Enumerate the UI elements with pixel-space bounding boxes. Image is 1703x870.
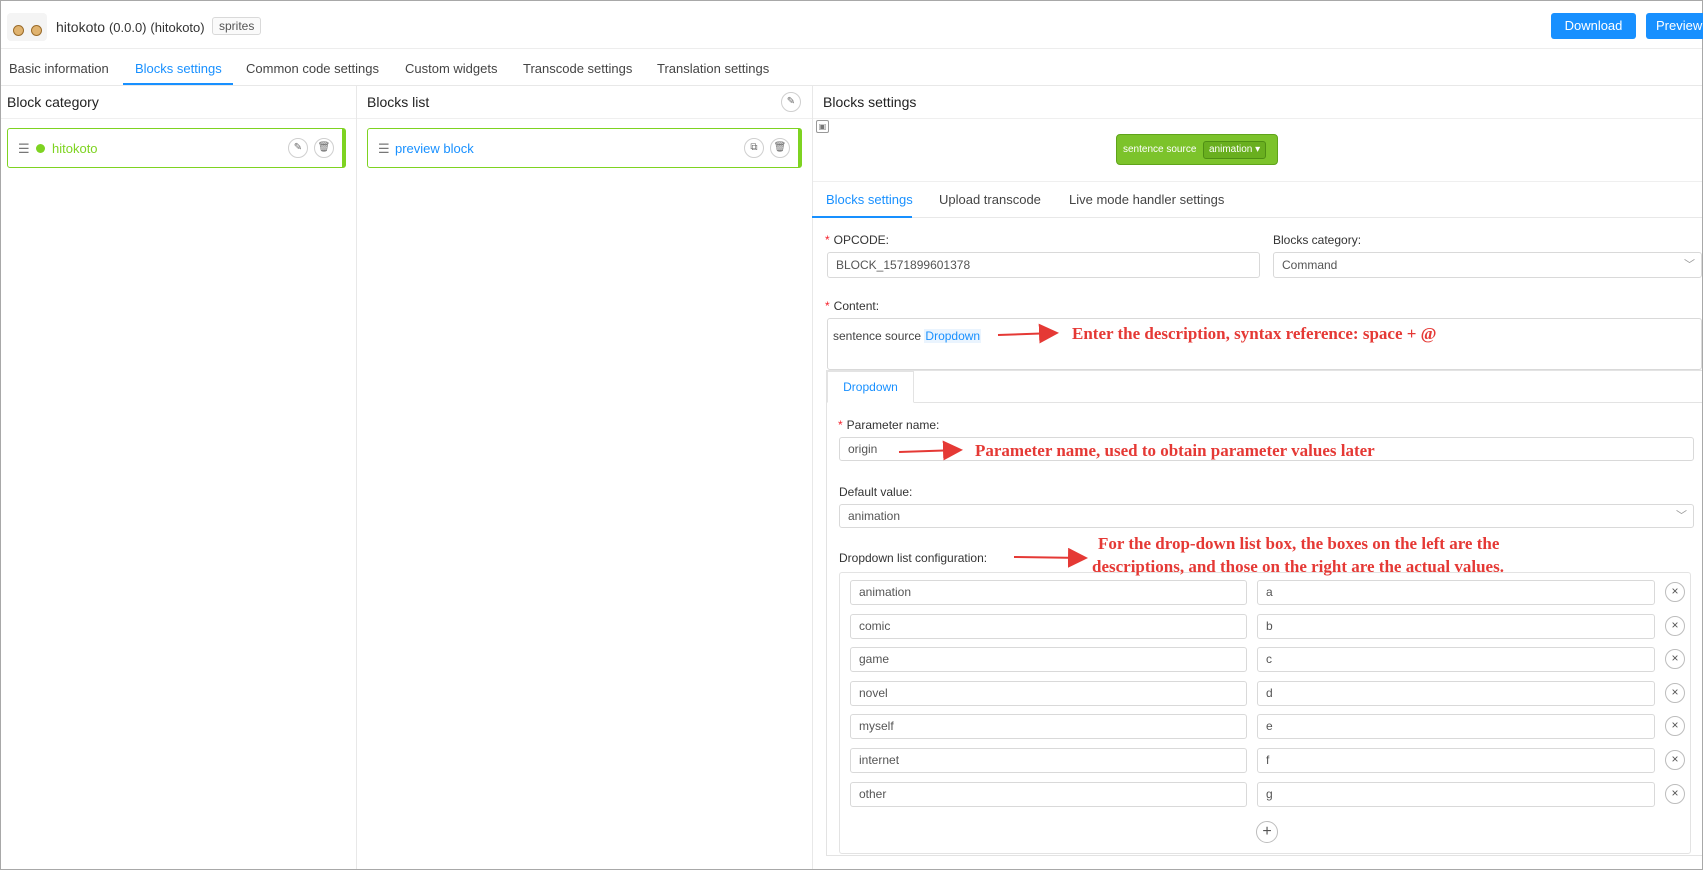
option-description-input[interactable]: myself (850, 714, 1247, 740)
delete-icon[interactable]: 🗑 (314, 138, 334, 158)
option-value-input[interactable]: f (1257, 748, 1655, 773)
option-description-input[interactable]: other (850, 781, 1247, 807)
screenshot-icon[interactable]: ▣ (816, 120, 829, 133)
tab-blocks-settings[interactable]: Blocks settings (135, 61, 222, 76)
extension-logo-icon (7, 13, 47, 41)
remove-option-icon[interactable]: × (1665, 582, 1685, 602)
subtab-live-mode-handler[interactable]: Live mode handler settings (1069, 192, 1224, 207)
category-color-dot (36, 144, 45, 153)
settings-sub-tabs: Blocks settings Upload transcode Live mo… (813, 183, 1702, 218)
chevron-down-icon: ﹀ (1684, 259, 1695, 271)
tab-transcode-settings[interactable]: Transcode settings (523, 61, 632, 76)
panel-header-line (1, 118, 356, 119)
preview-block-text: sentence source (1123, 144, 1197, 155)
option-value-input[interactable]: c (1257, 647, 1655, 673)
column-divider (356, 86, 357, 869)
download-button[interactable]: Download (1551, 13, 1636, 39)
blocks-list-title: Blocks list (367, 94, 430, 110)
annotation-dropdown-line1: For the drop-down list box, the boxes on… (1098, 534, 1500, 553)
option-value-input[interactable]: a (1257, 580, 1655, 605)
sprites-tag: sprites (212, 17, 262, 35)
option-value-input[interactable]: b (1257, 613, 1655, 639)
subtab-upload-transcode[interactable]: Upload transcode (939, 192, 1041, 207)
option-description-input[interactable]: internet (850, 748, 1247, 773)
top-bar: hitokoto (0.0.0) (hitokoto) sprites Down… (1, 1, 1703, 49)
copy-icon[interactable]: ⧉ (744, 138, 764, 158)
option-value-input[interactable]: d (1257, 680, 1655, 706)
block-list-item-label: preview block (395, 141, 474, 156)
tab-basic-information[interactable]: Basic information (9, 61, 109, 76)
annotation-content: Enter the description, syntax reference:… (1072, 324, 1437, 343)
default-value-select[interactable]: animation ﹀ (839, 504, 1694, 528)
opcode-label: * OPCODE: (825, 233, 890, 247)
extension-version: (0.0.0) (108, 20, 147, 35)
remove-option-icon[interactable]: × (1665, 783, 1685, 804)
opcode-input[interactable]: BLOCK_1571899601378 (827, 252, 1260, 278)
tab-common-code-settings[interactable]: Common code settings (246, 61, 379, 76)
tab-dropdown-parameter[interactable]: Dropdown (827, 371, 914, 403)
preview-block[interactable]: sentence source animation ▾ (1116, 134, 1278, 165)
edit-list-icon[interactable]: ✎ (781, 92, 801, 112)
remove-option-icon[interactable]: × (1665, 750, 1685, 770)
option-value-input[interactable]: g (1257, 781, 1655, 807)
default-value-label: Default value: (839, 485, 913, 499)
annotation-dropdown-line2: descriptions, and those on the right are… (1092, 557, 1504, 576)
drag-handle-icon[interactable]: ☰ (378, 141, 390, 157)
category-item-label: hitokoto (52, 141, 98, 156)
extension-name: hitokoto (56, 19, 106, 35)
blocks-settings-title: Blocks settings (823, 94, 917, 110)
blocks-category-select[interactable]: Command ﹀ (1273, 252, 1702, 278)
tab-custom-widgets[interactable]: Custom widgets (405, 61, 497, 76)
active-subtab-indicator (812, 216, 912, 218)
content-text: sentence source (833, 329, 922, 343)
preview-button[interactable]: Preview (1646, 13, 1703, 39)
content-label: * Content: (825, 299, 880, 313)
tab-translation-settings[interactable]: Translation settings (657, 61, 769, 76)
chevron-down-icon: ﹀ (1676, 510, 1687, 522)
dropdown-config-label: Dropdown list configuration: (839, 551, 988, 565)
category-item[interactable]: ☰ hitokoto ✎ 🗑 (7, 128, 346, 168)
edit-icon[interactable]: ✎ (288, 138, 308, 158)
option-description-input[interactable]: comic (850, 613, 1247, 639)
block-category-title: Block category (7, 94, 99, 110)
extension-title: hitokoto (0.0.0) (hitokoto) (56, 19, 205, 35)
active-tab-indicator (123, 83, 233, 85)
add-option-button[interactable]: + (1256, 821, 1278, 843)
blocks-category-label: Blocks category: (1273, 233, 1362, 247)
panel-header-line (357, 118, 812, 119)
extension-id: (hitokoto) (150, 20, 205, 35)
preview-block-dropdown[interactable]: animation ▾ (1203, 141, 1267, 159)
main-tabs: Basic information Blocks settings Common… (1, 50, 1702, 86)
option-description-input[interactable]: novel (850, 680, 1247, 706)
delete-icon[interactable]: 🗑 (770, 138, 790, 158)
drag-handle-icon[interactable]: ☰ (18, 141, 30, 157)
content-dropdown-token[interactable]: Dropdown (924, 329, 982, 343)
option-description-input[interactable]: game (850, 647, 1247, 673)
block-preview-area: ▣ sentence source animation ▾ (813, 118, 1702, 182)
subtab-blocks-settings[interactable]: Blocks settings (826, 192, 913, 207)
option-value-input[interactable]: e (1257, 714, 1655, 740)
parameter-tab-line (914, 402, 1702, 403)
block-list-item[interactable]: ☰ preview block ⧉ 🗑 (367, 128, 802, 168)
remove-option-icon[interactable]: × (1665, 615, 1685, 636)
annotation-parameter: Parameter name, used to obtain parameter… (975, 441, 1375, 460)
remove-option-icon[interactable]: × (1665, 682, 1685, 703)
parameter-name-label: * Parameter name: (838, 418, 940, 432)
option-description-input[interactable]: animation (850, 580, 1247, 605)
